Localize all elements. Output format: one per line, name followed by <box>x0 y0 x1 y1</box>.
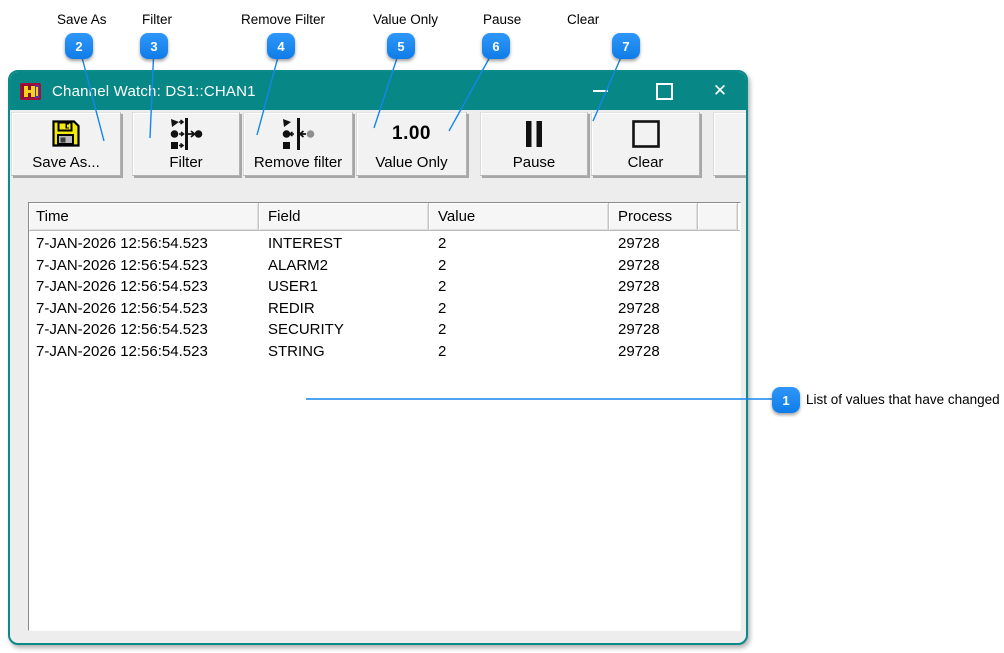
filter-shapes-icon <box>168 113 204 154</box>
callout-badge-3: 3 <box>140 33 168 59</box>
value-only-button[interactable]: 1.00 Value Only <box>356 112 467 176</box>
column-header-field[interactable]: Field <box>259 203 429 230</box>
maximize-button[interactable] <box>646 72 682 110</box>
value-change-list: Time Field Value Process 7-JAN-2026 12:5… <box>28 202 741 631</box>
table-row[interactable]: 7-JAN-2026 12:56:54.523 USER1 2 29728 <box>29 276 740 298</box>
save-as-button[interactable]: Save As... <box>11 112 121 176</box>
value-only-label: Value Only <box>375 154 447 172</box>
callout-label-clear: Clear <box>567 12 599 27</box>
pause-button[interactable]: Pause <box>480 112 588 176</box>
column-header-spacer <box>698 203 738 230</box>
filter-label: Filter <box>169 154 202 172</box>
callout-badge-6: 6 <box>482 33 510 59</box>
table-row[interactable]: 7-JAN-2026 12:56:54.523 ALARM2 2 29728 <box>29 255 740 277</box>
clear-label: Clear <box>628 154 664 172</box>
column-header-process[interactable]: Process <box>609 203 698 230</box>
toolbar: Save As... Filter <box>10 110 746 190</box>
pause-icon <box>523 113 545 154</box>
remove-filter-button[interactable]: Remove filter <box>243 112 353 176</box>
table-row[interactable]: 7-JAN-2026 12:56:54.523 STRING 2 29728 <box>29 341 740 363</box>
callout-badge-1: 1 <box>772 387 800 413</box>
column-header-value[interactable]: Value <box>429 203 609 230</box>
column-header-time[interactable]: Time <box>29 203 259 230</box>
callout-badge-2: 2 <box>65 33 93 59</box>
table-row[interactable]: 7-JAN-2026 12:56:54.523 SECURITY 2 29728 <box>29 319 740 341</box>
table-row[interactable]: 7-JAN-2026 12:56:54.523 REDIR 2 29728 <box>29 298 740 320</box>
table-row[interactable]: 7-JAN-2026 12:56:54.523 INTEREST 2 29728 <box>29 233 740 255</box>
list-rows: 7-JAN-2026 12:56:54.523 INTEREST 2 29728… <box>29 231 740 362</box>
channel-watch-window: Channel Watch: DS1::CHAN1 ✕ Sa <box>8 70 748 645</box>
minimize-icon <box>593 90 608 92</box>
close-button[interactable]: ✕ <box>700 72 740 110</box>
remove-filter-label: Remove filter <box>254 154 342 172</box>
callout-label-value-only: Value Only <box>373 12 438 27</box>
callout-badge-5: 5 <box>387 33 415 59</box>
callout-badge-4: 4 <box>267 33 295 59</box>
app-icon <box>20 82 42 101</box>
list-header-row: Time Field Value Process <box>29 203 740 231</box>
maximize-icon <box>656 83 673 100</box>
empty-square-icon <box>631 113 661 154</box>
filter-button[interactable]: Filter <box>132 112 240 176</box>
value-only-icon: 1.00 <box>392 113 431 154</box>
screenshot-canvas: Channel Watch: DS1::CHAN1 ✕ Sa <box>0 0 1004 653</box>
filter-shapes-gray-icon <box>280 113 316 154</box>
callout-label-filter: Filter <box>142 12 172 27</box>
callout-label-list: List of values that have changed <box>806 392 1000 407</box>
floppy-disk-icon <box>51 113 81 154</box>
toolbar-partial-button[interactable] <box>713 112 748 176</box>
callout-label-save-as: Save As <box>57 12 107 27</box>
window-title: Channel Watch: DS1::CHAN1 <box>52 83 256 100</box>
window-titlebar[interactable]: Channel Watch: DS1::CHAN1 ✕ <box>10 72 746 110</box>
callout-badge-7: 7 <box>612 33 640 59</box>
callout-label-pause: Pause <box>483 12 521 27</box>
save-as-label: Save As... <box>32 154 100 172</box>
callout-label-remove-filter: Remove Filter <box>241 12 325 27</box>
minimize-button[interactable] <box>582 72 618 110</box>
pause-label: Pause <box>513 154 556 172</box>
clear-button[interactable]: Clear <box>591 112 700 176</box>
